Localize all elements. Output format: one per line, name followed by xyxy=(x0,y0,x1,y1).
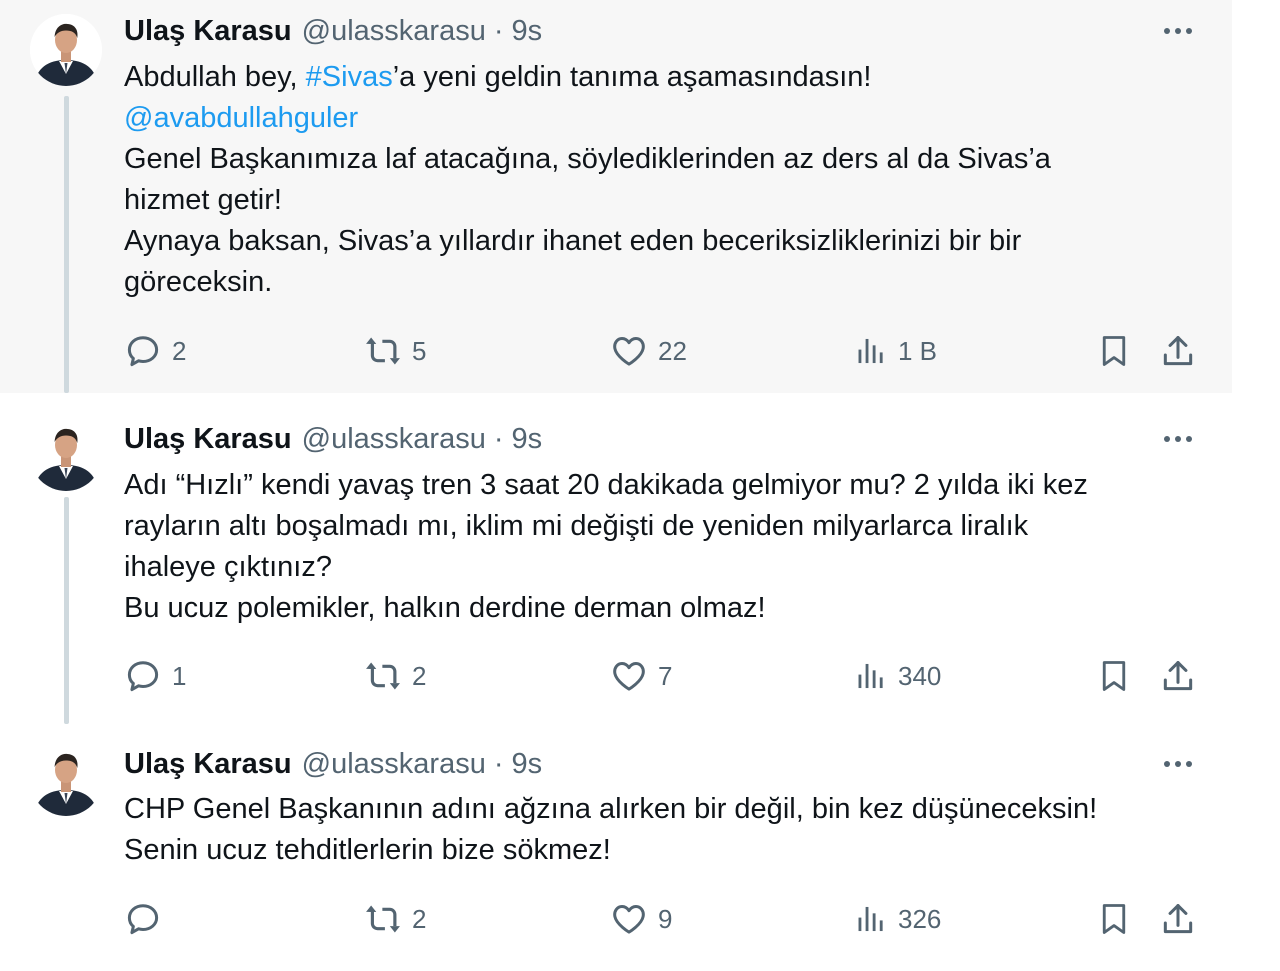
views-button[interactable]: 326 xyxy=(854,897,941,941)
share-icon xyxy=(1159,900,1197,938)
reply-button[interactable]: 2 xyxy=(124,329,186,373)
more-icon[interactable] xyxy=(1158,749,1198,779)
text-segment: ’a yeni geldin tanıma aşamasındasın! xyxy=(392,61,872,93)
more-icon[interactable] xyxy=(1158,424,1198,454)
reply-count: 1 xyxy=(172,660,187,691)
author-handle[interactable]: @ulasskarasu xyxy=(302,15,486,48)
repost-count: 2 xyxy=(412,660,427,691)
repost-count: 5 xyxy=(412,335,427,366)
views-icon xyxy=(854,902,888,936)
avatar[interactable] xyxy=(30,744,102,816)
reply-icon xyxy=(124,657,162,695)
reply-icon xyxy=(124,900,162,938)
tweet-text-line: rayların altı boşalmadı mı, iklim mi değ… xyxy=(124,510,1029,542)
more-icon[interactable] xyxy=(1158,16,1198,46)
header-separator: · xyxy=(493,422,504,455)
repost-button[interactable]: 5 xyxy=(364,329,426,373)
tweet-header: Ulaş Karasu @ulasskarasu · 9s xyxy=(124,419,542,459)
repost-icon xyxy=(364,657,402,695)
tweet-text-line: Senin ucuz tehditlerlerin bize sökmez! xyxy=(124,834,611,866)
tweet-text: Adı “Hızlı” kendi yavaş tren 3 saat 20 d… xyxy=(124,465,1204,629)
like-icon xyxy=(610,900,648,938)
views-icon xyxy=(854,659,888,693)
like-icon xyxy=(610,332,648,370)
tweet-text-line: Adı “Hızlı” kendi yavaş tren 3 saat 20 d… xyxy=(124,469,1088,501)
like-button[interactable]: 22 xyxy=(610,329,687,373)
bookmark-icon xyxy=(1096,658,1132,694)
share-icon xyxy=(1159,657,1197,695)
views-button[interactable]: 340 xyxy=(854,654,941,698)
like-count: 22 xyxy=(658,335,687,366)
author-name[interactable]: Ulaş Karasu xyxy=(124,748,292,781)
reply-button[interactable]: 1 xyxy=(124,654,186,698)
reply-button[interactable] xyxy=(124,897,172,941)
header-separator: · xyxy=(493,14,504,47)
tweet-text-line: göreceksin. xyxy=(124,266,273,298)
share-button[interactable] xyxy=(1159,897,1197,941)
repost-button[interactable]: 2 xyxy=(364,897,426,941)
tweet-timestamp[interactable]: 9s xyxy=(512,423,543,456)
tweet-header: Ulaş Karasu @ulasskarasu · 9s xyxy=(124,11,542,51)
avatar[interactable] xyxy=(30,14,102,86)
repost-icon xyxy=(364,900,402,938)
tweet-actions: 1 2 7 340 xyxy=(0,654,1232,698)
share-button[interactable] xyxy=(1159,329,1197,373)
tweet-item[interactable]: Ulaş Karasu @ulasskarasu · 9s CHP Genel … xyxy=(0,730,1232,971)
repost-icon xyxy=(364,332,402,370)
like-button[interactable]: 7 xyxy=(610,654,672,698)
tweet-text: Abdullah bey, #Sivas’a yeni geldin tanım… xyxy=(124,57,1204,303)
bookmark-button[interactable] xyxy=(1096,897,1132,941)
tweet-thread: Ulaş Karasu @ulasskarasu · 9s Abdullah b… xyxy=(0,0,1232,971)
header-separator: · xyxy=(493,747,504,780)
repost-count: 2 xyxy=(412,903,427,934)
page-gutter xyxy=(1232,0,1280,971)
views-icon xyxy=(854,334,888,368)
bookmark-button[interactable] xyxy=(1096,329,1132,373)
reply-count: 2 xyxy=(172,335,187,366)
tweet-text-line: Bu ucuz polemikler, halkın derdine derma… xyxy=(124,592,766,624)
tweet-text-line: Genel Başkanımıza laf atacağına, söyledi… xyxy=(124,143,1051,175)
tweet-item[interactable]: Ulaş Karasu @ulasskarasu · 9s Adı “Hızlı… xyxy=(0,405,1232,724)
tweet-actions: 2 5 22 1 B xyxy=(0,329,1232,373)
like-count: 9 xyxy=(658,903,673,934)
hashtag-link[interactable]: #Sivas xyxy=(306,61,393,93)
share-button[interactable] xyxy=(1159,654,1197,698)
tweet-text-line: Aynaya baksan, Sivas’a yıllardır ihanet … xyxy=(124,225,1022,257)
text-segment: Abdullah bey, xyxy=(124,61,306,93)
tweet-timestamp[interactable]: 9s xyxy=(512,748,543,781)
tweet-header: Ulaş Karasu @ulasskarasu · 9s xyxy=(124,744,542,784)
views-count: 340 xyxy=(898,660,942,691)
views-count: 326 xyxy=(898,903,942,934)
like-button[interactable]: 9 xyxy=(610,897,672,941)
tweet-text-line: hizmet getir! xyxy=(124,184,282,216)
author-name[interactable]: Ulaş Karasu xyxy=(124,423,292,456)
tweet-actions: 2 9 326 xyxy=(0,897,1232,941)
tweet-timestamp[interactable]: 9s xyxy=(512,15,543,48)
reply-icon xyxy=(124,332,162,370)
tweet-item[interactable]: Ulaş Karasu @ulasskarasu · 9s Abdullah b… xyxy=(0,0,1232,393)
bookmark-button[interactable] xyxy=(1096,654,1132,698)
author-handle[interactable]: @ulasskarasu xyxy=(302,748,486,781)
tweet-text-line: CHP Genel Başkanının adını ağzına alırke… xyxy=(124,793,1098,825)
avatar[interactable] xyxy=(30,419,102,491)
author-name[interactable]: Ulaş Karasu xyxy=(124,15,292,48)
views-count: 1 B xyxy=(898,335,938,366)
bookmark-icon xyxy=(1096,333,1132,369)
share-icon xyxy=(1159,332,1197,370)
like-icon xyxy=(610,657,648,695)
mention-link[interactable]: @avabdullahguler xyxy=(124,98,1204,139)
views-button[interactable]: 1 B xyxy=(854,329,937,373)
like-count: 7 xyxy=(658,660,673,691)
bookmark-icon xyxy=(1096,901,1132,937)
repost-button[interactable]: 2 xyxy=(364,654,426,698)
author-handle[interactable]: @ulasskarasu xyxy=(302,423,486,456)
tweet-text: CHP Genel Başkanının adını ağzına alırke… xyxy=(124,789,1204,871)
tweet-text-line: ihaleye çıktınız? xyxy=(124,551,332,583)
tweet-text-line: Abdullah bey, #Sivas’a yeni geldin tanım… xyxy=(124,57,1204,98)
